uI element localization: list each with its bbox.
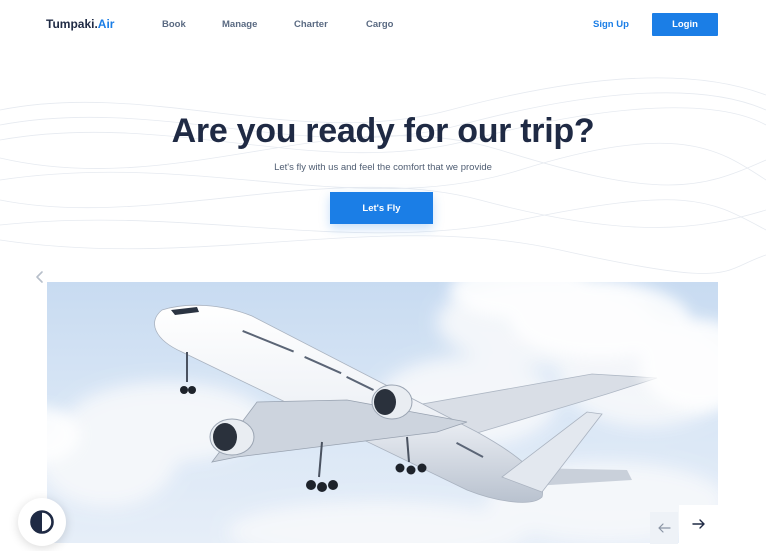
nav-cargo[interactable]: Cargo <box>366 19 393 30</box>
nav-manage[interactable]: Manage <box>222 19 257 30</box>
airplane-photo <box>47 282 718 543</box>
chevron-left-icon[interactable] <box>33 269 47 285</box>
hero-title: Are you ready for our trip? <box>171 112 595 150</box>
carousel-next-button[interactable] <box>679 505 718 544</box>
login-button[interactable]: Login <box>652 13 718 36</box>
nav-charter[interactable]: Charter <box>294 19 328 30</box>
sign-up-link[interactable]: Sign Up <box>593 19 629 30</box>
logo-accent-text: Air <box>97 17 115 31</box>
top-navigation: Tumpaki.Air Book Manage Charter Cargo Si… <box>0 0 766 50</box>
lets-fly-button[interactable]: Let's Fly <box>330 192 433 224</box>
logo-text: Tumpaki. <box>46 17 98 31</box>
hero-subtitle: Let's fly with us and feel the comfort t… <box>274 162 492 173</box>
arrow-right-icon <box>691 519 705 529</box>
carousel-prev-button[interactable] <box>650 512 678 544</box>
theme-toggle-button[interactable] <box>18 498 66 546</box>
brand-logo[interactable]: Tumpaki.Air <box>46 17 114 31</box>
nav-book[interactable]: Book <box>162 19 186 30</box>
contrast-half-circle-icon <box>30 510 54 534</box>
airplane-illustration <box>47 282 718 543</box>
arrow-left-icon <box>658 522 671 533</box>
